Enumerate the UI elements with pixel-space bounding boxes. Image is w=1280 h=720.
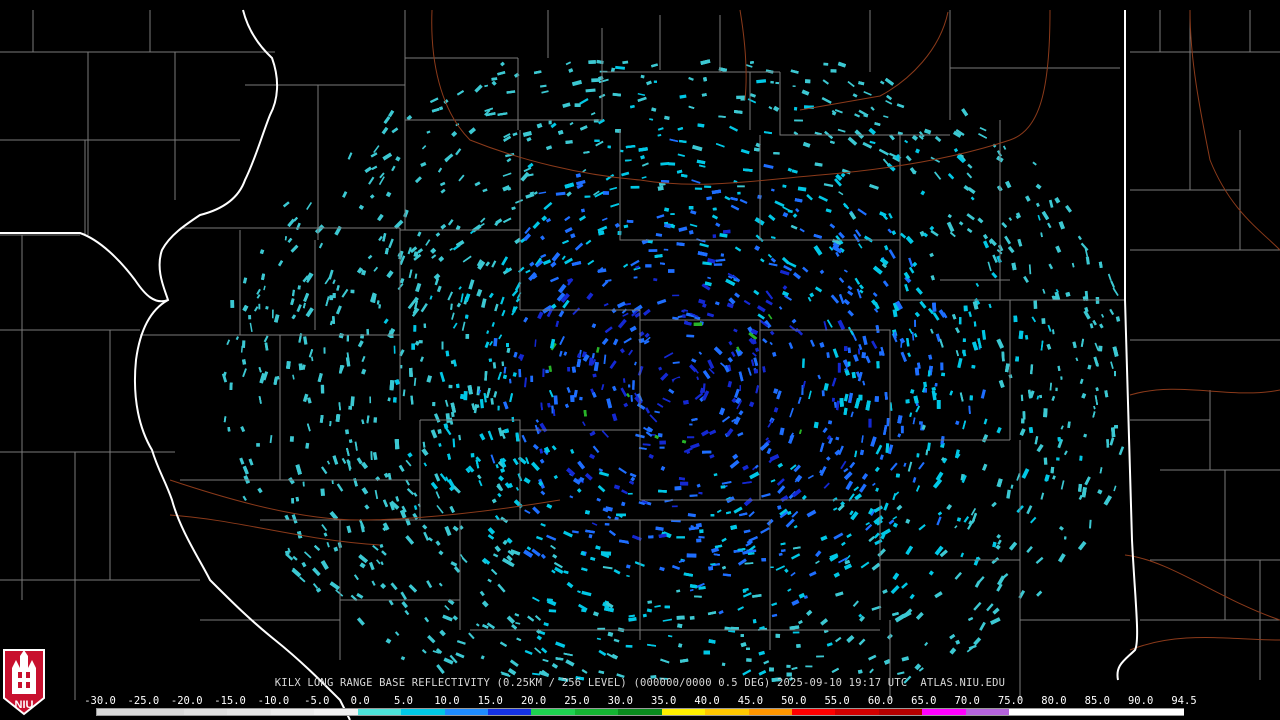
scale-label: 30.0 xyxy=(607,695,633,707)
scale-label: 40.0 xyxy=(694,695,720,707)
scale-label: -5.0 xyxy=(304,695,330,707)
scale-label: 50.0 xyxy=(781,695,807,707)
scale-swatch xyxy=(444,709,489,715)
scale-label: 5.0 xyxy=(394,695,413,707)
scale-swatch xyxy=(314,709,359,715)
scale-swatch xyxy=(878,709,924,715)
scale-swatch xyxy=(618,709,663,715)
scale-label: -15.0 xyxy=(214,695,246,707)
color-scale-labels: -30.0 -25.0 -20.0 -15.0 -10.0 -5.0 0.0 5.0 10.0 1… xyxy=(84,695,1198,707)
scale-label: 80.0 xyxy=(1041,695,1067,707)
scale-swatch xyxy=(1096,709,1141,715)
scale-label: 15.0 xyxy=(477,695,503,707)
scale-label: 20.0 xyxy=(520,695,547,707)
scale-swatch xyxy=(183,709,229,715)
scale-swatch xyxy=(835,709,880,715)
scale-swatch xyxy=(922,709,967,715)
scale-swatch xyxy=(1139,709,1184,715)
scale-label: 65.0 xyxy=(911,695,937,707)
scale-label: 70.0 xyxy=(954,695,980,707)
scale-swatch xyxy=(357,709,403,715)
scale-swatch xyxy=(1009,709,1054,715)
scale-label: 35.0 xyxy=(651,695,677,707)
radar-site-dot-icon xyxy=(673,378,685,390)
scale-label: 25.0 xyxy=(564,695,590,707)
scale-label: 0.0 xyxy=(350,695,370,707)
scale-label: 45.0 xyxy=(737,695,764,707)
scale-swatch xyxy=(531,709,576,715)
radar-map xyxy=(0,0,1280,720)
scale-swatch xyxy=(965,709,1011,715)
logo-text: NIU xyxy=(15,699,34,711)
scale-label: 94.5 xyxy=(1171,695,1197,707)
scale-swatch xyxy=(705,709,750,715)
scale-label: 10.0 xyxy=(434,695,460,707)
scale-label: 60.0 xyxy=(867,695,894,707)
scale-label: 75.0 xyxy=(997,695,1024,707)
scale-label: -30.0 xyxy=(84,695,116,707)
scale-swatch xyxy=(487,709,533,715)
scale-swatch xyxy=(140,709,185,715)
scale-swatch xyxy=(748,709,794,715)
scale-swatch xyxy=(270,709,316,715)
color-scale-bar xyxy=(96,708,1184,716)
scale-label: -10.0 xyxy=(257,695,290,707)
product-caption: KILX LONG RANGE BASE REFLECTIVITY (0.25K… xyxy=(274,677,1006,689)
scale-label: 90.0 xyxy=(1127,695,1154,707)
scale-label: 55.0 xyxy=(824,695,850,707)
scale-swatch xyxy=(97,709,142,715)
scale-swatch xyxy=(574,709,620,715)
scale-label: -20.0 xyxy=(170,695,203,707)
scale-swatch xyxy=(661,709,707,715)
scale-swatch xyxy=(1052,709,1098,715)
scale-swatch xyxy=(401,709,446,715)
scale-swatch xyxy=(792,709,837,715)
scale-swatch xyxy=(227,709,272,715)
scale-label: 85.0 xyxy=(1084,695,1110,707)
scale-label: -25.0 xyxy=(127,695,160,707)
